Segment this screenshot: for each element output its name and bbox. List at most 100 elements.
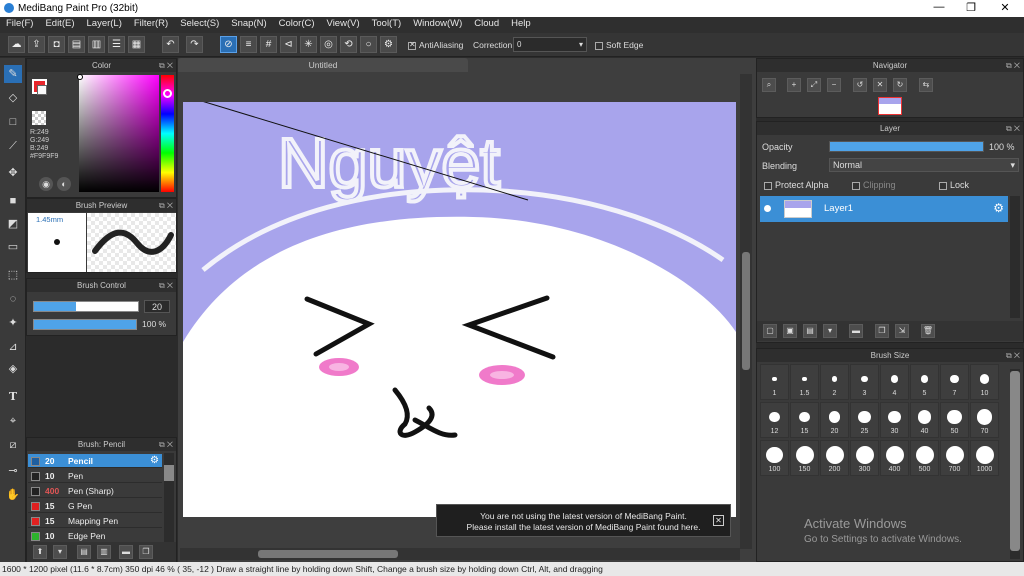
layer-settings-gear-icon[interactable]: ⚙ [993, 201, 1004, 215]
brush-list-item[interactable]: 15 Mapping Pen [28, 514, 162, 528]
menu-color[interactable]: Color(C) [273, 17, 321, 33]
saturation-value-picker[interactable] [79, 75, 159, 192]
snap-ellipse-icon[interactable]: ○ [360, 36, 377, 53]
antialiasing-checkbox[interactable]: AntiAliasing [408, 40, 463, 50]
undo-icon[interactable]: ↶ [162, 36, 179, 53]
layer-opacity-slider[interactable] [829, 141, 984, 152]
cloud-icon[interactable]: ☁ [8, 36, 25, 53]
menu-view[interactable]: View(V) [321, 17, 366, 33]
brush-size-preset[interactable]: 1.5 [790, 364, 819, 400]
brush-size-preset[interactable]: 40 [910, 402, 939, 438]
add-layer-menu-icon[interactable]: ▾ [823, 324, 837, 338]
soft-edge-checkbox[interactable]: Soft Edge [595, 40, 643, 50]
brush-size-preset[interactable]: 70 [970, 402, 999, 438]
menu-window[interactable]: Window(W) [407, 17, 468, 33]
brush-menu-icon[interactable]: ▾ [53, 545, 67, 559]
brush-size-preset[interactable]: 20 [820, 402, 849, 438]
add-brush-icon[interactable]: ⬆ [33, 545, 47, 559]
close-window-button[interactable]: ✕ [990, 1, 1020, 14]
snap-settings-icon[interactable]: ⚙ [380, 36, 397, 53]
delete-layer-icon[interactable]: 🗑 [921, 324, 935, 338]
rotate-right-icon[interactable]: ↻ [893, 78, 907, 92]
reset-view-icon[interactable]: ✕ [873, 78, 887, 92]
redo-icon[interactable]: ↷ [186, 36, 203, 53]
layer-row[interactable]: Layer1 ⚙ [760, 196, 1008, 222]
grid-icon[interactable]: ▦ [128, 36, 145, 53]
brush-size-preset[interactable]: 7 [940, 364, 969, 400]
menu-snap[interactable]: Snap(N) [225, 17, 272, 33]
brush-size-scrollbar[interactable] [1010, 369, 1020, 559]
menu-filter[interactable]: Filter(R) [128, 17, 174, 33]
snap-radial-icon[interactable]: ✳ [300, 36, 317, 53]
merge-layer-icon[interactable]: ⇲ [895, 324, 909, 338]
share-icon[interactable]: ⇪ [28, 36, 45, 53]
brush-list-item[interactable]: 10 Edge Pen [28, 529, 162, 543]
gradient-icon[interactable]: ▭ [4, 238, 22, 256]
text-tool-icon[interactable]: T [4, 388, 22, 406]
brush-size-preset[interactable]: 25 [850, 402, 879, 438]
canvas-vertical-scrollbar[interactable] [740, 74, 752, 549]
brush-settings-gear-icon[interactable]: ⚙ [150, 454, 159, 468]
comment-icon[interactable]: ◘ [48, 36, 65, 53]
brush-size-preset[interactable]: 300 [850, 440, 879, 476]
snap-grid-icon[interactable]: # [260, 36, 277, 53]
zoom-in-icon[interactable]: + [787, 78, 801, 92]
brush-size-preset[interactable]: 200 [820, 440, 849, 476]
menu-tool[interactable]: Tool(T) [366, 17, 408, 33]
brush-size-preset[interactable]: 10 [970, 364, 999, 400]
maximize-button[interactable]: ❐ [956, 1, 986, 14]
menu-select[interactable]: Select(S) [174, 17, 225, 33]
transparent-swatch[interactable] [32, 111, 46, 125]
update-notification[interactable]: You are not using the latest version of … [436, 504, 731, 537]
brush-page-icon[interactable]: ▥ [97, 545, 111, 559]
eyedropper-icon[interactable]: ⊸ [4, 462, 22, 480]
snap-perspective-icon[interactable]: ⊲ [280, 36, 297, 53]
snap-off-icon[interactable]: ⊘ [220, 36, 237, 53]
brush-copy-icon[interactable]: ❐ [139, 545, 153, 559]
move-tool-icon[interactable]: ✥ [4, 164, 22, 182]
secondary-color-swatch[interactable] [37, 85, 47, 95]
hue-slider-handle[interactable] [163, 89, 172, 98]
brush-size-preset[interactable]: 30 [880, 402, 909, 438]
brush-folder-icon[interactable]: ▬ [119, 545, 133, 559]
color-picker-cursor[interactable] [77, 74, 83, 80]
rotate-left-icon[interactable]: ↺ [853, 78, 867, 92]
brush-size-preset[interactable]: 2 [820, 364, 849, 400]
new-halftone-layer-icon[interactable]: ▣ [783, 324, 797, 338]
divide-tool-icon[interactable]: ⧄ [4, 436, 22, 454]
brush-size-preset[interactable]: 15 [790, 402, 819, 438]
zoom-icon[interactable]: ⌕ [762, 78, 776, 92]
brush-size-preset[interactable]: 1000 [970, 440, 999, 476]
brush-list-item[interactable]: 15 G Pen [28, 499, 162, 513]
vertical-scroll-thumb[interactable] [742, 252, 750, 370]
palette-icon[interactable]: ◉ [39, 177, 53, 191]
snap-curve-icon[interactable]: ⟲ [340, 36, 357, 53]
flip-icon[interactable]: ⇆ [919, 78, 933, 92]
brush-size-preset[interactable]: 100 [760, 440, 789, 476]
brush-size-preset[interactable]: 1 [760, 364, 789, 400]
layer-scrollbar[interactable] [1010, 196, 1020, 318]
clipping-checkbox[interactable]: Clipping [852, 180, 896, 190]
snap-parallel-icon[interactable]: ≡ [240, 36, 257, 53]
menu-cloud[interactable]: Cloud [468, 17, 505, 33]
hand-tool-icon[interactable]: ✋ [4, 486, 22, 504]
zoom-out-icon[interactable]: − [827, 78, 841, 92]
brush-tool-icon[interactable]: ✎ [4, 65, 22, 83]
list-icon[interactable]: ☰ [108, 36, 125, 53]
brush-list-item[interactable]: 20 Pencil ⚙ [28, 454, 162, 468]
brush-settings-icon[interactable]: ▤ [77, 545, 91, 559]
menu-layer[interactable]: Layer(L) [81, 17, 128, 33]
select-pen-icon[interactable]: ⊿ [4, 338, 22, 356]
brush-size-value[interactable]: 20 [144, 300, 170, 313]
correction-select[interactable]: 0 ▾ [513, 37, 587, 52]
brush-size-preset[interactable]: 50 [940, 402, 969, 438]
brush-list-item[interactable]: 10 Pen [28, 469, 162, 483]
new-8bit-layer-icon[interactable]: ▤ [803, 324, 817, 338]
brush-size-preset[interactable]: 3 [850, 364, 879, 400]
brush-size-slider[interactable] [33, 301, 139, 312]
brush-size-preset[interactable]: 12 [760, 402, 789, 438]
blending-select[interactable]: Normal ▾ [829, 158, 1019, 172]
menu-edit[interactable]: Edit(E) [39, 17, 80, 33]
fit-window-icon[interactable]: ⤢ [807, 78, 821, 92]
menu-file[interactable]: File(F) [0, 17, 39, 33]
